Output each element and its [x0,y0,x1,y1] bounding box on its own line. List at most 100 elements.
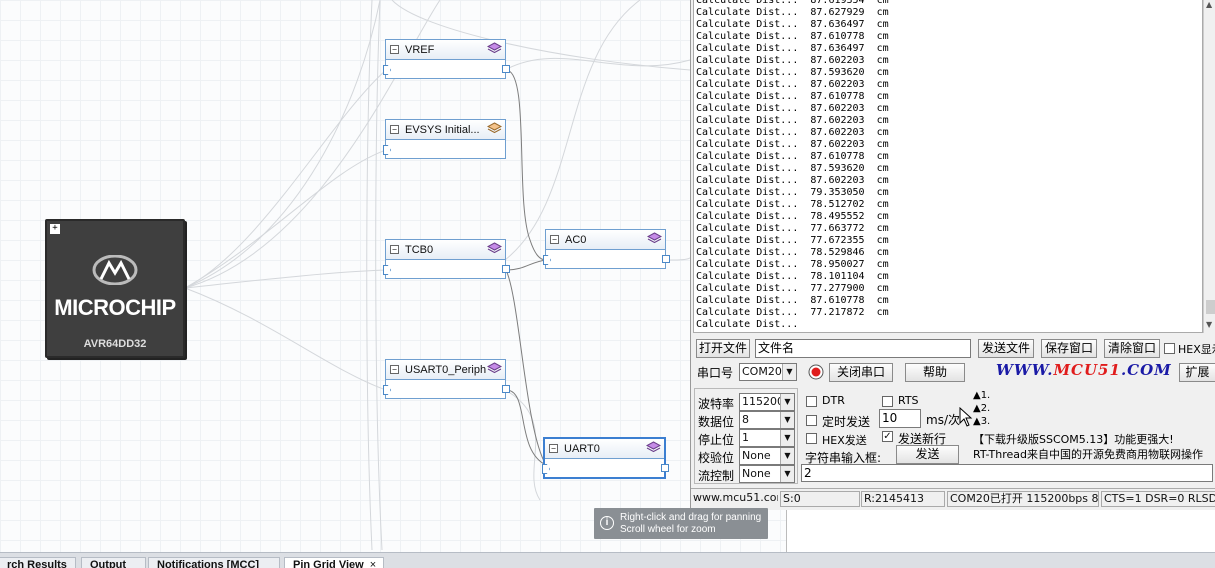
output-port[interactable] [502,65,510,73]
bottom-tab-bar: rch Results Output Notifications [MCC] P… [0,552,1215,568]
receive-log[interactable]: Calculate Dist... 87.619354 cm Calculate … [693,0,1203,333]
node-title: UART0 [564,442,600,455]
canvas-tooltip: i Right-click and drag for panning Scrol… [594,508,768,539]
close-icon[interactable]: × [370,559,376,568]
node-title: TCB0 [405,243,434,256]
expand-button[interactable]: 扩展 [1179,363,1215,382]
input-port[interactable] [383,145,391,155]
mcu-chip[interactable]: + MICROCHIP AVR64DD32 [45,219,185,358]
collapse-icon[interactable]: − [390,125,399,134]
node-vref[interactable]: − VREF [383,39,510,79]
tab-search-results[interactable]: rch Results [0,557,76,568]
tooltip-line-2: Scroll wheel for zoom [620,524,716,535]
log-line: Calculate Dist... 87.610778 cm [696,91,889,102]
info-icon: i [600,516,614,530]
banner-brand: MCU51 [1053,361,1121,379]
tab-pin-grid-view[interactable]: Pin Grid View × [284,557,384,568]
node-usart0[interactable]: − USART0_Periph... [383,359,510,399]
chip-expand-icon[interactable]: + [50,224,60,234]
node-evsys[interactable]: − EVSYS Initial... [383,119,506,159]
log-line: Calculate Dist... 87.602203 cm [696,139,889,150]
node-tcb0[interactable]: − TCB0 [383,239,510,279]
clear-window-button[interactable]: 清除窗口 [1104,339,1160,358]
input-port[interactable] [542,464,550,474]
wire-vref-ac0 [505,69,547,261]
wire-chip-vref [184,69,387,289]
log-line: Calculate Dist... 87.593620 cm [696,67,889,78]
flow-select[interactable]: None ▼ [739,465,795,483]
interval-input[interactable]: 10 [879,409,921,428]
status-received: R:2145413 [861,491,945,507]
hex-send-checkbox[interactable] [806,433,817,444]
promo-line-1[interactable]: 【下载升级版SSCOM5.13】功能更强大! [973,431,1174,447]
log-line: Calculate Dist... 87.602203 cm [696,103,889,114]
log-scrollbar[interactable]: ▲ ▼ [1203,0,1215,333]
status-lines: CTS=1 DSR=0 RLSD [1101,491,1215,507]
log-line: Calculate Dist... 77.672355 cm [696,235,889,246]
input-port[interactable] [383,385,391,395]
databits-select[interactable]: 8 ▼ [739,411,795,429]
output-port[interactable] [502,265,510,273]
log-line: Calculate Dist... 87.602203 cm [696,55,889,66]
scroll-up-icon[interactable]: ▲ [1206,0,1212,9]
output-port[interactable] [661,464,669,472]
databits-label: 数据位 [698,415,735,429]
receive-log-lines: Calculate Dist... 87.619354 cm Calculate … [694,0,889,331]
open-file-button[interactable]: 打开文件 [696,339,750,358]
collapse-icon[interactable]: − [550,235,559,244]
scroll-thumb[interactable] [1206,300,1215,314]
send-input[interactable]: 2 [801,464,1213,482]
timed-send-checkbox[interactable] [806,415,817,426]
preset-2[interactable]: ▲2. [973,403,990,415]
close-port-button[interactable]: 关闭串口 [829,363,893,382]
baud-select[interactable]: 115200 ▼ [739,393,795,411]
send-button[interactable]: 发送 [896,445,959,464]
port-select[interactable]: COM20 ▼ [739,363,797,381]
flow-label: 流控制 [698,469,735,483]
databits-value: 8 [742,413,749,426]
node-ac0[interactable]: − AC0 [543,229,670,269]
wire-chip-top1 [184,0,381,289]
chip-brand: MICROCHIP [54,295,176,320]
baud-value: 115200 [742,395,784,408]
save-window-button[interactable]: 保存窗口 [1041,339,1097,358]
tab-notifications[interactable]: Notifications [MCC] [148,557,280,568]
interval-unit: ms/次 [926,413,960,427]
node-uart0[interactable]: − UART0 [542,437,669,479]
tab-output[interactable]: Output [81,557,146,568]
hex-display-checkbox[interactable] [1164,343,1175,354]
banner-suffix: .COM [1120,361,1172,379]
input-port[interactable] [543,255,551,265]
scroll-down-icon[interactable]: ▼ [1206,320,1212,329]
output-port[interactable] [502,385,510,393]
rts-checkbox[interactable] [882,396,893,407]
dtr-checkbox[interactable] [806,396,817,407]
output-port[interactable] [662,255,670,263]
log-line: Calculate Dist... 87.636497 cm [696,19,889,30]
log-line: Calculate Dist... 77.277900 cm [696,283,889,294]
filename-input[interactable]: 文件名 [755,339,971,358]
send-newline-checkbox[interactable]: ✓ [882,431,893,442]
send-file-button[interactable]: 发送文件 [978,339,1034,358]
parity-select[interactable]: None ▼ [739,447,795,465]
collapse-icon[interactable]: − [390,45,399,54]
collapse-icon[interactable]: − [549,444,558,453]
preset-1[interactable]: ▲1. [973,390,990,402]
stopbits-select[interactable]: 1 ▼ [739,429,795,447]
help-button[interactable]: 帮助 [905,363,965,382]
log-line: Calculate Dist... 78.529846 cm [696,247,889,258]
status-bar: www.mcu51.com S:0 R:2145413 COM20已打开 115… [691,488,1215,508]
layers-icon [647,232,662,244]
website-banner[interactable]: WWW.MCU51.COM [996,361,1172,379]
collapse-icon[interactable]: − [390,365,399,374]
log-line: Calculate Dist... 87.602203 cm [696,79,889,90]
log-line: Calculate Dist... 87.602203 cm [696,127,889,138]
collapse-icon[interactable]: − [390,245,399,254]
input-port[interactable] [383,65,391,75]
tab-pin-grid-label: Pin Grid View [293,559,364,568]
promo-line-2[interactable]: RT-Thread来自中国的开源免费商用物联网操作 [973,446,1215,462]
input-port[interactable] [383,265,391,275]
preset-3[interactable]: ▲3. [973,416,990,428]
port-select-value: COM20 [742,365,782,378]
chevron-down-icon: ▼ [780,448,794,464]
